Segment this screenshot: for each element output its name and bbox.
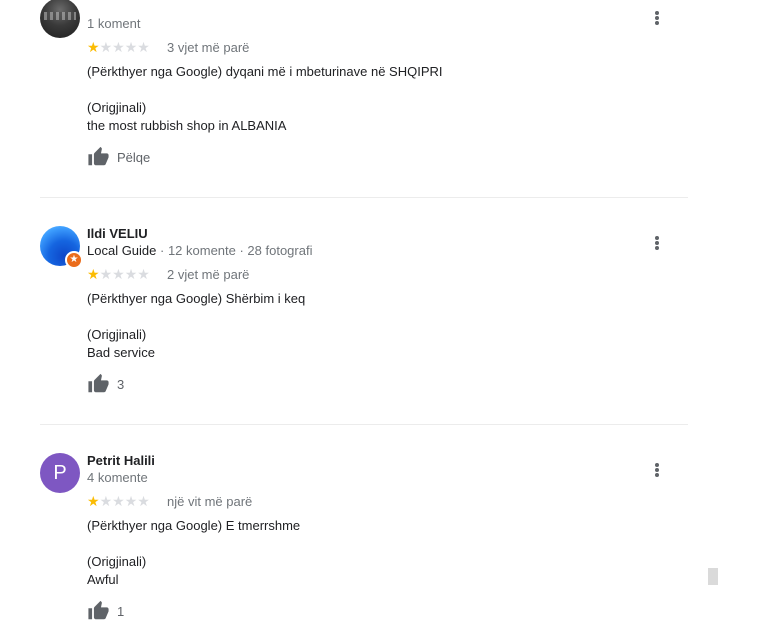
reviewer-meta[interactable]: 1 koment [87, 16, 140, 31]
review-time: 2 vjet më parë [167, 267, 250, 282]
thumb-up-icon [88, 373, 109, 393]
star-empty-icon: ★ [137, 266, 150, 282]
review-time: 3 vjet më parë [167, 40, 250, 55]
thumb-up-icon [88, 600, 109, 620]
review-original-text: the most rubbish shop in ALBANIA [87, 118, 287, 133]
more-vert-icon [655, 236, 659, 240]
more-vert-dot [655, 473, 659, 477]
review-translated-text: (Përkthyer nga Google) Shërbim i keq [87, 291, 306, 306]
review-translated-text: (Përkthyer nga Google) dyqani më i mbetu… [87, 64, 443, 79]
review-original-text: Awful [87, 572, 119, 587]
reviewer-avatar[interactable]: P [40, 453, 80, 493]
like-count: 1 [117, 604, 125, 619]
star-empty-icon: ★ [99, 493, 113, 509]
rating-stars: ★★★★★ [87, 494, 150, 508]
star-empty-icon: ★ [112, 39, 125, 55]
reviewer-avatar[interactable]: ★ [40, 226, 83, 269]
star-empty-icon: ★ [124, 39, 138, 55]
reviewer-stats: · 12 komente · 28 fotografi [156, 243, 313, 258]
like-label: Pëlqe [117, 150, 151, 165]
star-empty-icon: ★ [99, 266, 113, 282]
star-empty-icon: ★ [99, 39, 113, 55]
more-vert-dot [655, 246, 659, 250]
review-original-label: (Origjinali) [87, 327, 147, 342]
review-time: një vit më parë [167, 494, 253, 509]
star-empty-icon: ★ [137, 39, 150, 55]
more-vert-icon [655, 11, 659, 15]
more-options-button[interactable] [650, 460, 664, 480]
review-original-text: Bad service [87, 345, 155, 360]
scrollbar-thumb[interactable] [708, 568, 718, 585]
review-translated-text: (Përkthyer nga Google) E tmerrshme [87, 518, 301, 533]
more-vert-dot [655, 16, 659, 20]
rating-stars: ★★★★★ [87, 267, 150, 281]
reviewer-meta[interactable]: 4 komente [87, 470, 148, 485]
review-divider [40, 197, 688, 198]
thumb-up-icon [88, 146, 109, 166]
more-vert-icon [655, 463, 659, 467]
local-guide-star-icon: ★ [65, 251, 83, 269]
like-count: 3 [117, 377, 125, 392]
more-vert-dot [655, 468, 659, 472]
rating-stars: ★★★★★ [87, 40, 150, 54]
star-empty-icon: ★ [112, 266, 125, 282]
reviewer-meta[interactable]: Local Guide · 12 komente · 28 fotografi [87, 243, 312, 258]
reviewer-name[interactable]: Petrit Halili [87, 453, 155, 468]
star-empty-icon: ★ [124, 266, 138, 282]
more-vert-dot [655, 241, 659, 245]
star-filled-icon: ★ [87, 39, 100, 55]
star-filled-icon: ★ [87, 493, 100, 509]
more-options-button[interactable] [650, 8, 664, 28]
star-empty-icon: ★ [137, 493, 150, 509]
star-empty-icon: ★ [112, 493, 125, 509]
review-original-label: (Origjinali) [87, 100, 147, 115]
star-empty-icon: ★ [124, 493, 138, 509]
more-vert-dot [655, 21, 659, 25]
more-options-button[interactable] [650, 233, 664, 253]
review-original-label: (Origjinali) [87, 554, 147, 569]
avatar-letter: P [40, 453, 80, 493]
review-divider [40, 424, 688, 425]
reviewer-avatar[interactable] [40, 0, 80, 38]
local-guide-label: Local Guide [87, 243, 157, 258]
avatar-photo [40, 0, 80, 38]
reviewer-name[interactable]: Ildi VELIU [87, 226, 148, 241]
star-filled-icon: ★ [87, 266, 100, 282]
